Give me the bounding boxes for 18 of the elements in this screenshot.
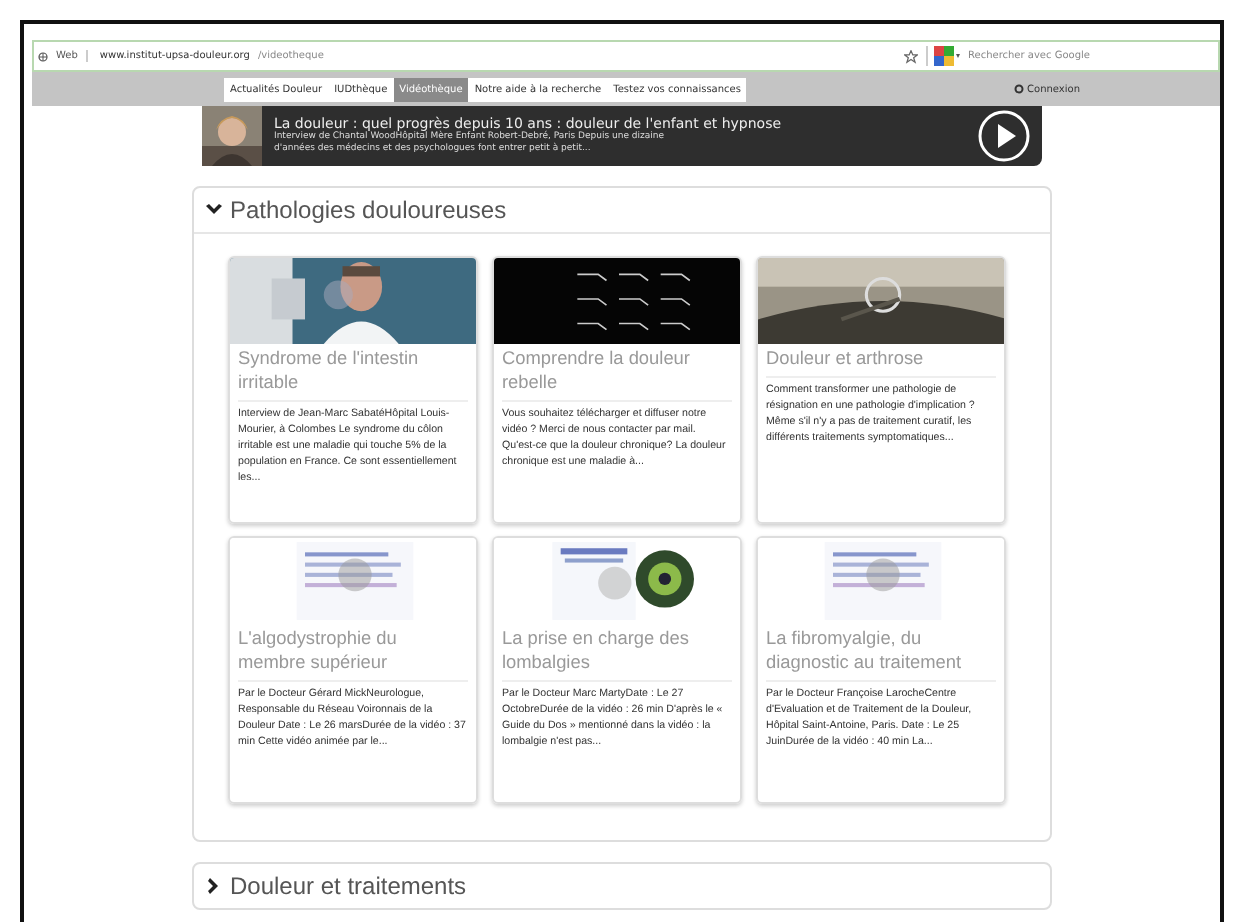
video-title: La fibromyalgie, du diagnostic au traitement — [766, 628, 996, 682]
play-icon[interactable] — [978, 110, 1030, 162]
section-header[interactable]: Douleur et traitements — [194, 864, 1050, 908]
video-card[interactable] — [228, 256, 478, 524]
globe-icon — [38, 51, 48, 61]
video-title: Comprendre la douleur rebelle — [502, 348, 732, 402]
video-title: Douleur et arthrose — [766, 348, 996, 378]
search-engine-icon — [934, 46, 962, 66]
bookmark-star-icon[interactable] — [904, 49, 918, 63]
section-header[interactable]: Pathologies douloureuses — [194, 188, 1050, 234]
video-title: Syndrome de l'intestin irritable — [238, 348, 468, 402]
video-title: L'algodystrophie du membre supérieur — [238, 628, 468, 682]
featured-video[interactable] — [202, 106, 1042, 166]
chevron-icon — [206, 878, 222, 894]
video-card[interactable] — [756, 536, 1006, 804]
chevron-icon — [206, 202, 222, 218]
video-title: La prise en charge des lombalgies — [502, 628, 732, 682]
settings-icon — [1013, 84, 1024, 94]
